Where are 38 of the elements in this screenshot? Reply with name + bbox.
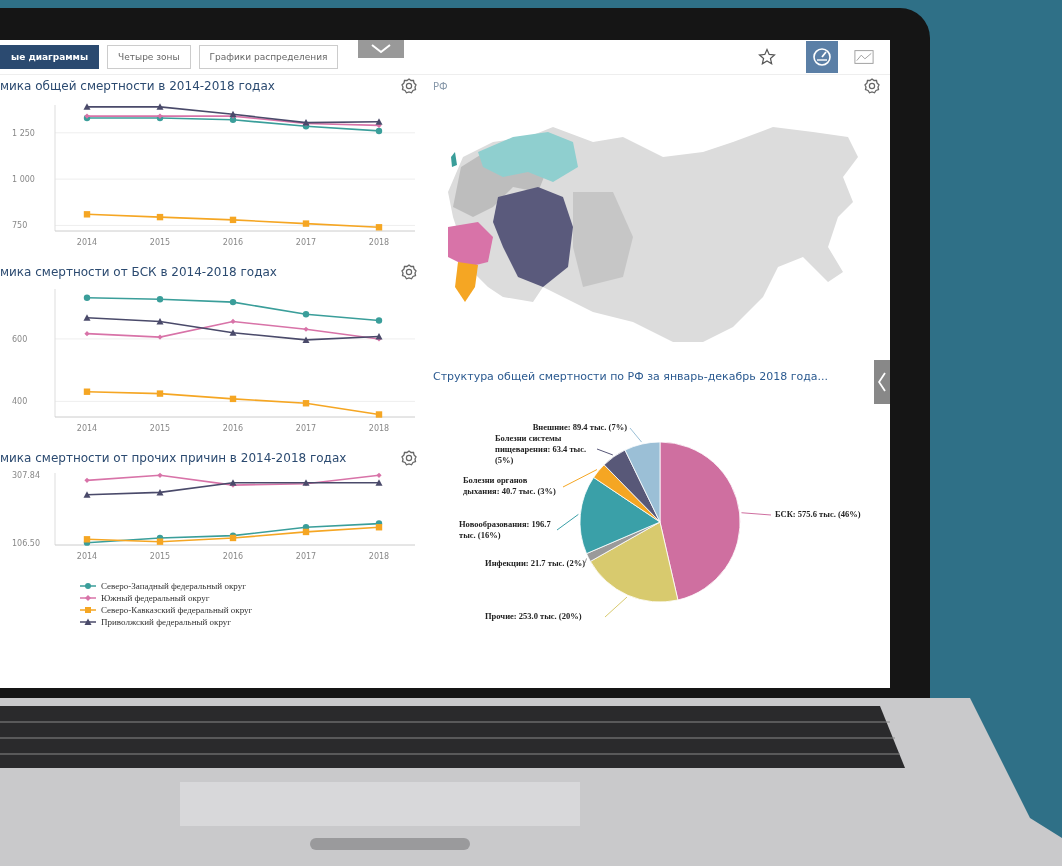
legend-label: Северо-Западный федеральный округ bbox=[101, 581, 246, 591]
axis-tick-label: 2017 bbox=[295, 552, 317, 561]
slice-label: Болезни органов дыхания: 40.7 тыс. (3%) bbox=[463, 475, 557, 497]
axis-tick-label: 2015 bbox=[149, 238, 171, 247]
axis-tick-label: 307.84 bbox=[12, 471, 40, 481]
axis-tick-label: 600 bbox=[12, 334, 28, 344]
slice-label: Внешние: 89.4 тыс. (7%) bbox=[531, 422, 627, 433]
slice-label: Болезни системы пищеварения: 63.4 тыс. (5%) bbox=[495, 433, 588, 466]
axis-tick-label: 2014 bbox=[76, 424, 98, 433]
chart-title: Структура общей смертности по РФ за январь-декабрь 2018 года... bbox=[433, 369, 829, 383]
slice-label: Инфекции: 21.7 тыс. (2%) bbox=[484, 558, 585, 569]
chart-title: мика смертности от БСК в 2014-2018 годах bbox=[0, 265, 277, 279]
axis-tick-label: 2017 bbox=[295, 238, 317, 247]
axis-tick-label: 2015 bbox=[149, 424, 171, 433]
legend-label: Южный федеральный округ bbox=[101, 593, 210, 603]
legend-label: Северо-Кавказский федеральный округ bbox=[101, 605, 253, 615]
axis-tick-label: 106.50 bbox=[12, 538, 40, 548]
chart-title: мика общей смертности в 2014-2018 годах bbox=[0, 79, 275, 93]
axis-tick-label: 1 250 bbox=[12, 128, 35, 138]
chart-title: мика смертности от прочих причин в 2014-2018 годах bbox=[0, 451, 347, 465]
axis-tick-label: 2018 bbox=[368, 552, 390, 561]
axis-tick-label: 2014 bbox=[76, 552, 98, 561]
axis-tick-label: 1 000 bbox=[12, 175, 35, 185]
slice-label: Прочие: 253.0 тыс. (20%) bbox=[485, 611, 583, 622]
slice-label: БСК: 575.6 тыс. (46%) bbox=[775, 509, 862, 520]
slice-label: Новообразования: 196.7 тыс. (16%) bbox=[459, 519, 552, 541]
map-title: РФ bbox=[433, 80, 448, 92]
axis-tick-label: 2014 bbox=[76, 238, 98, 247]
legend-label: Приволжский федеральный округ bbox=[101, 617, 231, 627]
axis-tick-label: 2018 bbox=[368, 238, 390, 247]
axis-tick-label: 2016 bbox=[222, 238, 244, 247]
axis-tick-label: 2015 bbox=[149, 552, 171, 561]
axis-tick-label: 2018 bbox=[368, 424, 390, 433]
axis-tick-label: 400 bbox=[12, 397, 28, 407]
axis-tick-label: 2017 bbox=[295, 424, 317, 433]
axis-tick-label: 750 bbox=[12, 221, 28, 231]
axis-tick-label: 2016 bbox=[222, 424, 244, 433]
axis-tick-label: 2016 bbox=[222, 552, 244, 561]
